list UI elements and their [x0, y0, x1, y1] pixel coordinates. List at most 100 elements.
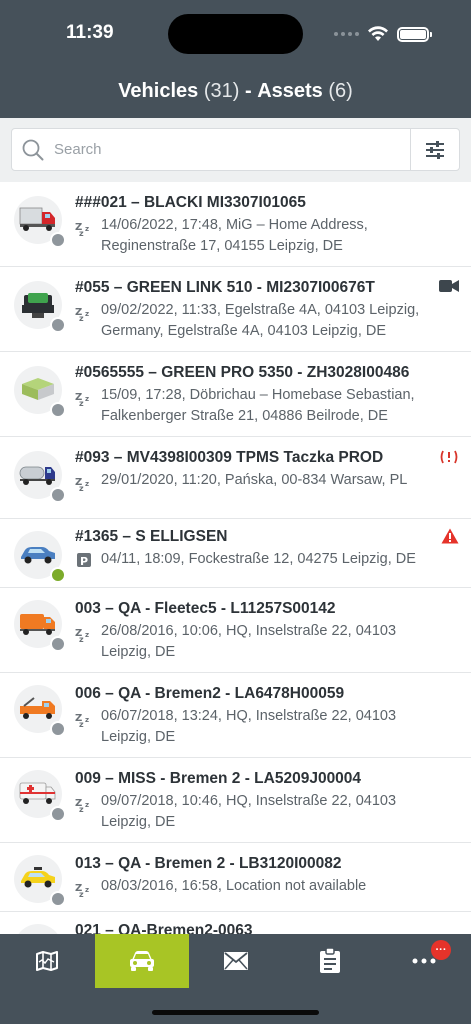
vehicle-list[interactable]: ###021 – BLACKI MI3307I01065 Z z z 14/06…: [0, 182, 471, 934]
filter-sliders-icon: [426, 140, 444, 159]
signal-icon: [334, 32, 359, 36]
sleep-icon: Z z z: [75, 477, 89, 492]
svg-text:z: z: [79, 229, 84, 237]
sleep-icon: Z z z: [75, 883, 89, 898]
status-icons: [334, 24, 432, 44]
vehicle-avatar: [14, 855, 66, 907]
svg-text:z: z: [85, 225, 89, 233]
vehicle-row[interactable]: 013 – QA - Bremen 2 - LB3120I00082 Z z z…: [0, 843, 471, 912]
tire-pressure-warning-icon[interactable]: [439, 449, 459, 465]
garbage-truck-icon: [20, 614, 55, 635]
svg-text:z: z: [85, 886, 89, 894]
parking-icon: P: [77, 553, 91, 568]
filter-button[interactable]: [410, 129, 459, 170]
svg-text:z: z: [85, 395, 89, 403]
vehicle-title: 009 – MISS - Bremen 2 - LA5209J00004: [75, 770, 362, 787]
vehicle-avatar: [14, 600, 66, 652]
svg-text:P: P: [80, 555, 88, 568]
map-icon: [36, 951, 58, 971]
status-dot: [50, 317, 66, 333]
notification-badge: ···: [431, 940, 451, 960]
vehicle-avatar: [14, 685, 66, 737]
location-line: 04/11, 18:09, Fockestraße 12, 04275 Leip…: [101, 551, 416, 567]
vehicle-title: #0565555 – GREEN PRO 5350 - ZH3028I00486: [75, 364, 410, 381]
search-input[interactable]: [54, 129, 404, 170]
warning-triangle-icon[interactable]: [441, 528, 459, 544]
vehicle-title: 006 – QA - Bremen2 - LA6478H00059: [75, 685, 345, 702]
wifi-icon: [368, 26, 388, 41]
vehicle-title: 013 – QA - Bremen 2 - LB3120I00082: [75, 855, 342, 872]
vehicle-avatar: [14, 451, 66, 503]
clipboard-icon: [320, 948, 340, 973]
car-blue-icon: [21, 547, 55, 564]
svg-text:z: z: [85, 716, 89, 724]
location-line: Germany, Egelstraße 4A, 04103 Leipzig, D…: [101, 323, 387, 339]
location-line: 26/08/2016, 10:06, HQ, Inselstraße 22, 0…: [101, 623, 397, 639]
vehicle-location: 09/02/2022, 11:33, Egelstraße 4A, 04103 …: [101, 300, 441, 342]
tab-tasks[interactable]: [283, 934, 377, 988]
tab-map[interactable]: [0, 934, 94, 988]
vehicle-avatar: [14, 281, 66, 333]
vehicles-count: (31): [203, 80, 240, 102]
vehicle-avatar: [14, 196, 66, 248]
tracker-box-icon: [22, 378, 54, 400]
location-line: Leipzig, DE: [101, 814, 176, 830]
svg-text:z: z: [79, 314, 84, 322]
svg-text:z: z: [85, 310, 89, 318]
vehicle-row[interactable]: 003 – QA - Fleetec5 - L11257S00142 Z z z…: [0, 588, 471, 673]
vehicle-row[interactable]: #1365 – S ELLIGSEN P 04/11, 18:09, Focke…: [0, 519, 471, 588]
vehicle-title: ###021 – BLACKI MI3307I01065: [75, 194, 306, 211]
tab-messages[interactable]: [189, 934, 283, 988]
location-line: Leipzig, DE: [101, 644, 176, 660]
status-dot: [50, 891, 66, 907]
assets-count: (6): [328, 80, 353, 102]
svg-text:z: z: [79, 720, 84, 728]
mail-icon: [224, 952, 248, 970]
location-line: 08/03/2016, 16:58, Location not availabl…: [101, 878, 367, 894]
vehicle-avatar: [14, 770, 66, 822]
vehicle-title: 021 – QA-Bremen2-0063: [75, 922, 253, 934]
home-indicator: [152, 1010, 319, 1015]
status-dot: [50, 487, 66, 503]
vehicles-label: Vehicles: [118, 80, 199, 102]
vehicle-row[interactable]: 006 – QA - Bremen2 - LA6478H00059 Z z z …: [0, 673, 471, 758]
vehicle-location: 29/01/2020, 11:20, Pańska, 00-834 Warsaw…: [101, 470, 441, 491]
vehicle-row[interactable]: 021 – QA-Bremen2-0063: [0, 912, 471, 934]
vehicle-location: 06/07/2018, 13:24, HQ, Inselstraße 22, 0…: [101, 706, 441, 748]
taxi-icon: [21, 867, 55, 888]
vehicle-row[interactable]: #0565555 – GREEN PRO 5350 - ZH3028I00486…: [0, 352, 471, 437]
badge-dots: ···: [435, 944, 447, 956]
vehicle-location: 15/09, 17:28, Döbrichau – Homebase Sebas…: [101, 385, 441, 427]
dynamic-island: [168, 14, 303, 54]
vehicle-row[interactable]: ###021 – BLACKI MI3307I01065 Z z z 14/06…: [0, 182, 471, 267]
location-line: 29/01/2020, 11:20, Pańska, 00-834 Warsaw…: [101, 472, 408, 488]
tab-more[interactable]: ···: [377, 934, 471, 988]
vehicle-title: #093 – MV4398I00309 TPMS Taczka PROD: [75, 449, 384, 466]
status-dot: [50, 232, 66, 248]
sleep-icon: Z z z: [75, 798, 89, 813]
more-icon: [412, 958, 436, 964]
status-dot: [50, 567, 66, 583]
vehicle-avatar: [14, 924, 62, 934]
search-box: [11, 128, 460, 171]
video-camera-icon[interactable]: [439, 279, 459, 293]
svg-text:z: z: [79, 890, 84, 898]
sleep-icon: Z z z: [75, 392, 89, 407]
vehicle-location: 08/03/2016, 16:58, Location not availabl…: [101, 876, 441, 897]
title-separator: -: [244, 80, 252, 102]
vehicle-row[interactable]: 009 – MISS - Bremen 2 - LA5209J00004 Z z…: [0, 758, 471, 843]
vehicle-row[interactable]: #093 – MV4398I00309 TPMS Taczka PROD Z z…: [0, 437, 471, 519]
status-dot: [50, 806, 66, 822]
vehicle-title: 003 – QA - Fleetec5 - L11257S00142: [75, 600, 336, 617]
location-line: Falkenberger Straße 21, 04886 Beilrode, …: [101, 408, 388, 424]
svg-text:z: z: [85, 801, 89, 809]
vehicle-avatar: [14, 531, 66, 583]
location-line: 09/07/2018, 10:46, HQ, Inselstraße 22, 0…: [101, 793, 397, 809]
svg-text:z: z: [85, 631, 89, 639]
sleep-icon: Z z z: [75, 713, 89, 728]
vehicle-location: 26/08/2016, 10:06, HQ, Inselstraße 22, 0…: [101, 621, 441, 663]
vehicle-row[interactable]: #055 – GREEN LINK 510 - MI2307I00676T Z …: [0, 267, 471, 352]
tab-vehicles[interactable]: [95, 934, 189, 988]
app-header: 11:39 Vehicles (31) - Assets (6): [0, 0, 471, 118]
sleep-icon: Z z z: [75, 222, 89, 237]
